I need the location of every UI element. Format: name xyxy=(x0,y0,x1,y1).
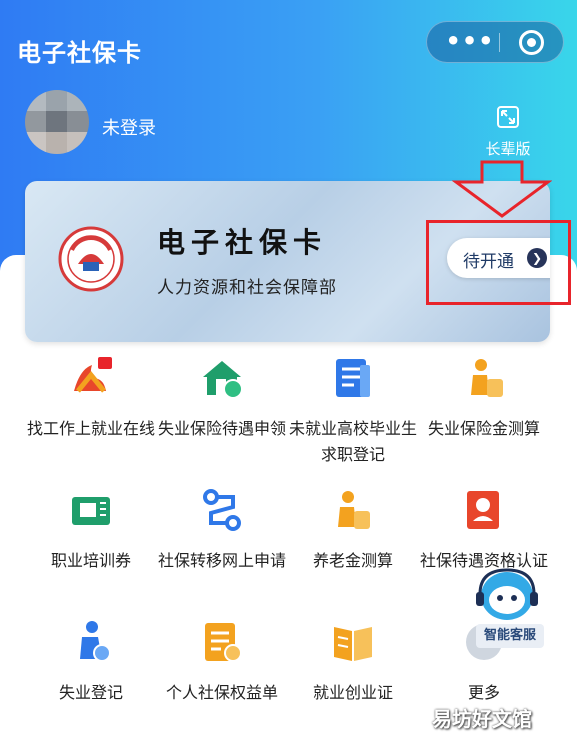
graduate-registration-icon xyxy=(336,359,370,397)
rights-statement-icon xyxy=(205,623,242,662)
service-label: 失业登记 xyxy=(58,683,123,702)
smart-assistant-button[interactable]: 智能客服 xyxy=(466,562,548,654)
service-label: 社保转移网上申请 xyxy=(157,551,286,570)
assistant-robot-icon xyxy=(476,568,538,620)
card-subtitle: 人力资源和社会保障部 xyxy=(157,278,337,298)
elder-mode-button[interactable]: 长辈版 xyxy=(478,104,538,159)
mini-program-capsule: ••• xyxy=(426,21,564,63)
login-status[interactable]: 未登录 xyxy=(102,114,156,140)
service-label: 个人社保权益单 xyxy=(165,683,278,702)
assistant-label: 智能客服 xyxy=(476,624,544,648)
service-item[interactable]: 职业培训券 xyxy=(25,487,157,574)
service-label: 就业创业证 xyxy=(312,683,393,702)
job-search-hot-icon xyxy=(74,357,112,393)
more-dots-icon[interactable]: ••• xyxy=(445,22,495,62)
service-item[interactable]: 失业保险待遇申领 xyxy=(156,355,288,442)
service-label: 失业保险待遇申领 xyxy=(157,419,286,438)
service-item[interactable]: 失业保险金测算 xyxy=(418,355,550,442)
card-title: 电子社保卡 xyxy=(157,226,328,259)
service-label: 养老金测算 xyxy=(312,551,393,570)
avatar[interactable] xyxy=(25,90,89,154)
service-item[interactable]: 就业创业证 xyxy=(287,619,419,706)
service-label: 失业保险金测算 xyxy=(427,419,540,438)
unemployment-register-icon xyxy=(80,621,111,662)
social-security-seal-icon xyxy=(58,226,124,292)
service-item[interactable]: 社保转移网上申请 xyxy=(156,487,288,574)
service-item[interactable]: 未就业高校毕业生求职登记 xyxy=(287,355,419,468)
service-item[interactable]: 找工作上就业在线 xyxy=(25,355,157,442)
unemployment-benefit-icon xyxy=(203,361,243,399)
service-item[interactable]: 失业登记 xyxy=(25,619,157,706)
page-title: 电子社保卡 xyxy=(17,39,142,67)
insurance-calculator-icon xyxy=(471,359,503,397)
service-item[interactable]: 个人社保权益单 xyxy=(156,619,288,706)
annotation-down-arrow-icon xyxy=(452,160,552,218)
training-voucher-icon xyxy=(72,497,110,525)
transfer-route-icon xyxy=(203,489,241,531)
service-item[interactable]: 养老金测算 xyxy=(287,487,419,574)
service-label: 未就业高校毕业生求职登记 xyxy=(288,419,417,464)
service-item[interactable]: 社保待遇资格认证 xyxy=(418,487,550,574)
employment-cert-book-icon xyxy=(334,627,372,661)
pension-calculator-icon xyxy=(338,491,370,529)
service-label: 职业培训券 xyxy=(50,551,131,570)
elder-mode-label: 长辈版 xyxy=(485,140,531,158)
expand-arrows-icon xyxy=(497,106,519,128)
capsule-divider xyxy=(499,33,500,52)
target-close-icon[interactable] xyxy=(519,30,544,55)
service-label: 找工作上就业在线 xyxy=(26,419,155,438)
watermark-text: 易坊好文馆 xyxy=(432,707,532,731)
annotation-highlight-box xyxy=(426,220,571,305)
qualification-cert-icon xyxy=(467,491,499,529)
